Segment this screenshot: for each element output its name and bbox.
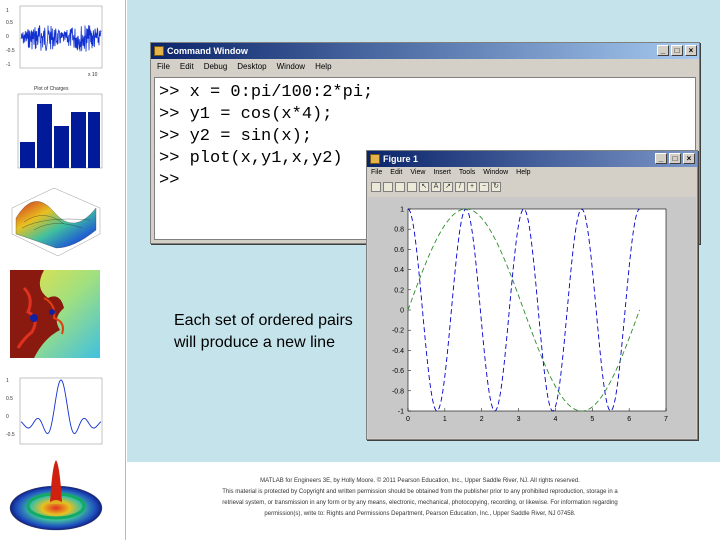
t1-ytick-4: -1: [6, 62, 11, 68]
command-window-title: Command Window: [167, 46, 248, 56]
thumbnail-fractal-image: [10, 270, 100, 358]
figure-menu-help[interactable]: Help: [516, 167, 530, 179]
y-tick-label: 0.6: [394, 247, 404, 254]
menu-file[interactable]: File: [157, 59, 170, 75]
figure-plot-area: 1 0.8 0.6 0.4 0.2 0 -0.2 -0.4 -0.6 -0.8 -1 0 1 2 3 4 5 6 7: [368, 197, 696, 438]
figure-icon: [370, 154, 380, 164]
y-tick-label: -0.6: [392, 368, 404, 375]
maximize-button[interactable]: □: [671, 45, 683, 56]
figure-menu-window[interactable]: Window: [483, 167, 508, 179]
t2-bar: [54, 126, 69, 168]
y-tick-label: 0: [400, 308, 404, 315]
t1-ytick-3: -0.5: [6, 48, 15, 54]
minimize-button[interactable]: _: [655, 153, 667, 164]
y-tick-label: 0.2: [394, 287, 404, 294]
y-tick-label: -0.8: [392, 388, 404, 395]
figure-window[interactable]: Figure 1 _ □ × File Edit View Insert Tools Wi…: [366, 150, 698, 440]
x-tick-label: 2: [480, 416, 484, 423]
arrow-icon[interactable]: ↗: [443, 182, 453, 192]
y-tick-label: 0.4: [394, 267, 404, 274]
menu-desktop[interactable]: Desktop: [237, 59, 266, 75]
matlab-icon: [154, 46, 164, 56]
command-line: >> y2 = sin(x);: [159, 127, 313, 146]
figure-toolbar: ↖ A ↗ / + − ↻: [367, 179, 697, 195]
pointer-icon[interactable]: ↖: [419, 182, 429, 192]
x-tick-label: 1: [443, 416, 447, 423]
x-tick-label: 0: [406, 416, 410, 423]
line-chart: 10.80.60.40.20-0.2-0.4-0.6-0.8-10 1 2 3 4 5 6 7: [392, 207, 668, 424]
command-window-menubar: File Edit Debug Desktop Window Help: [151, 59, 699, 75]
menu-window[interactable]: Window: [277, 59, 305, 75]
minimize-button[interactable]: _: [657, 45, 669, 56]
open-icon[interactable]: [383, 182, 393, 192]
x-tick-label: 5: [590, 416, 594, 423]
x-tick-label: 4: [553, 416, 557, 423]
t2-bar: [37, 104, 52, 168]
t1-ytick-2: 0: [6, 34, 9, 40]
thumbnail-sombrero-plot: [9, 460, 103, 531]
t2-bar: [20, 142, 35, 168]
t1-ytick-0: 1: [6, 8, 9, 14]
command-line: >> y1 = cos(x*4);: [159, 105, 333, 124]
figure-menu-edit[interactable]: Edit: [390, 167, 402, 179]
zoom-out-icon[interactable]: −: [479, 182, 489, 192]
y-tick-label: -1: [398, 409, 404, 416]
figure-menu-view[interactable]: View: [410, 167, 425, 179]
close-button[interactable]: ×: [683, 153, 695, 164]
t5-ytick-1: 0.5: [6, 396, 13, 402]
zoom-in-icon[interactable]: +: [467, 182, 477, 192]
slide-caption: Each set of ordered pairs will produce a…: [174, 312, 353, 351]
t2-bar: [88, 112, 100, 168]
thumbnail-sinc-plot: 1 0.5 0 -0.5: [6, 377, 103, 445]
rotate-icon[interactable]: ↻: [491, 182, 501, 192]
t5-ytick-3: -0.5: [6, 432, 15, 438]
thumbnail-strip: 1 0.5 0 -0.5 -1 x 10 Plot of Charges 1 0…: [0, 0, 126, 540]
thumbnail-bar-chart: Plot of Charges: [17, 86, 103, 169]
print-icon[interactable]: [407, 182, 417, 192]
new-icon[interactable]: [371, 182, 381, 192]
figure-window-title: Figure 1: [383, 154, 419, 164]
x-tick-label: 7: [664, 416, 668, 423]
t5-ytick-0: 1: [6, 378, 9, 384]
figure-menu-insert[interactable]: Insert: [433, 167, 451, 179]
text-icon[interactable]: A: [431, 182, 441, 192]
thumbnail-signal-plot: 1 0.5 0 -0.5 -1 x 10: [6, 5, 103, 78]
command-line: >> x = 0:pi/100:2*pi;: [159, 83, 374, 102]
x-tick-label: 3: [517, 416, 521, 423]
t5-ytick-2: 0: [6, 414, 9, 420]
thumbnail-surface-plot: [11, 187, 101, 257]
t2-title: Plot of Charges: [34, 86, 69, 92]
footer-line: permission(s), write to: Rights and Perm…: [264, 511, 576, 517]
figure-window-titlebar[interactable]: Figure 1 _ □ ×: [367, 151, 697, 167]
y-tick-label: 0.8: [394, 227, 404, 234]
plot-axes-box: [407, 208, 667, 412]
y-tick-label: -0.4: [392, 348, 404, 355]
footer-line: MATLAB for Engineers 3E, by Holly Moore.…: [260, 478, 580, 484]
x-tick-label: 6: [627, 416, 631, 423]
save-icon[interactable]: [395, 182, 405, 192]
menu-debug[interactable]: Debug: [204, 59, 228, 75]
line-icon[interactable]: /: [455, 182, 465, 192]
copyright-footer: MATLAB for Engineers 3E, by Holly Moore.…: [150, 476, 690, 520]
menu-help[interactable]: Help: [315, 59, 331, 75]
maximize-button[interactable]: □: [669, 153, 681, 164]
t2-bar: [71, 112, 86, 168]
close-button[interactable]: ×: [685, 45, 697, 56]
figure-menubar: File Edit View Insert Tools Window Help: [367, 167, 697, 179]
figure-menu-file[interactable]: File: [371, 167, 382, 179]
y-tick-label: -0.2: [392, 328, 404, 335]
footer-line: retrieval system, or transmission in any…: [222, 500, 618, 506]
t1-xlabel: x 10: [88, 72, 98, 78]
command-window-titlebar[interactable]: Command Window _ □ ×: [151, 43, 699, 59]
y-tick-label: 1: [400, 207, 404, 214]
figure-menu-tools[interactable]: Tools: [459, 167, 475, 179]
footer-line: This material is protected by Copyright …: [222, 489, 618, 495]
t1-ytick-1: 0.5: [6, 20, 13, 26]
menu-edit[interactable]: Edit: [180, 59, 194, 75]
